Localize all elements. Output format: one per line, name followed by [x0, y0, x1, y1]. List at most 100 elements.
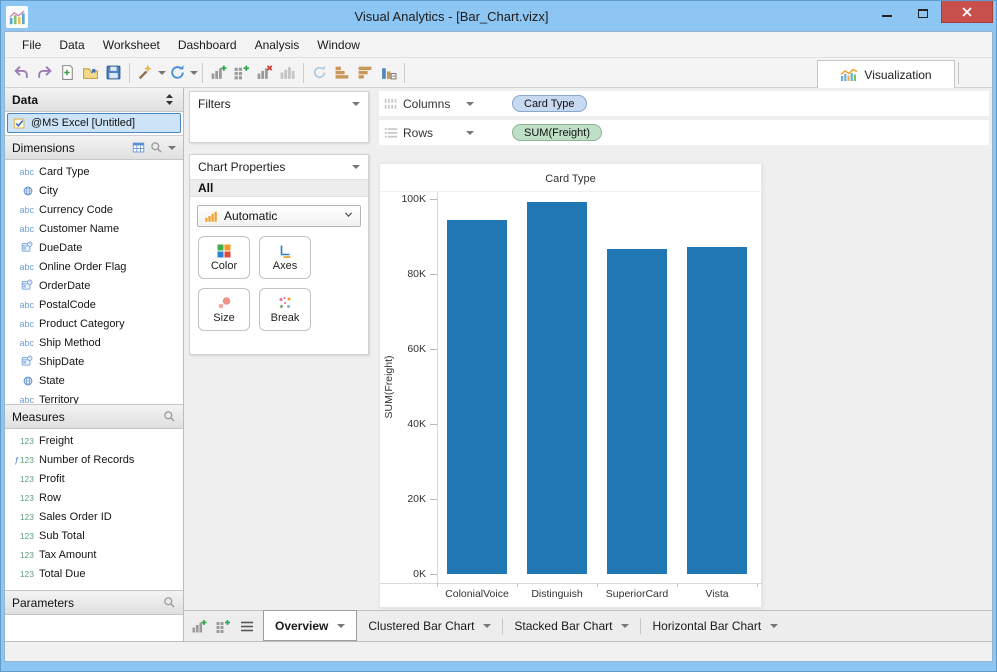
- measure-item-row[interactable]: 123Row: [5, 488, 183, 507]
- chart-canvas[interactable]: Card Type SUM(Freight) 0K20K40K60K80K100…: [379, 163, 762, 608]
- dimension-item-state[interactable]: State: [5, 371, 183, 390]
- field-label: Territory: [39, 394, 79, 406]
- redo-button[interactable]: [33, 61, 56, 85]
- chart-properties-header[interactable]: Chart Properties: [190, 155, 368, 179]
- dimension-item-product-category[interactable]: abcProduct Category: [5, 314, 183, 333]
- measure-item-sub-total[interactable]: 123Sub Total: [5, 526, 183, 545]
- refresh-button[interactable]: [166, 61, 189, 85]
- chevron-down-icon[interactable]: [337, 624, 345, 628]
- sort-bars-asc-button[interactable]: [331, 61, 354, 85]
- chevron-down-icon[interactable]: [770, 624, 778, 628]
- measure-item-freight[interactable]: 123Freight: [5, 431, 183, 450]
- number-field-icon: 123: [20, 550, 34, 560]
- add-crosstab-button[interactable]: [230, 61, 253, 85]
- menu-worksheet[interactable]: Worksheet: [94, 32, 169, 57]
- chevron-down-icon[interactable]: [466, 131, 474, 135]
- add-chart-button[interactable]: [207, 61, 230, 85]
- chart-muted-button[interactable]: [276, 61, 299, 85]
- bar-vista[interactable]: [687, 247, 747, 574]
- save-button[interactable]: [102, 61, 125, 85]
- chevron-down-icon[interactable]: [483, 624, 491, 628]
- filters-panel-header[interactable]: Filters: [190, 92, 368, 116]
- chart-style-dropdown[interactable]: Automatic: [197, 205, 361, 227]
- dimension-item-duedate[interactable]: DueDate: [5, 238, 183, 257]
- tab-clustered-bar-chart[interactable]: Clustered Bar Chart: [357, 611, 502, 641]
- minimize-button[interactable]: [869, 1, 905, 25]
- menu-data[interactable]: Data: [50, 32, 93, 57]
- chevron-down-icon[interactable]: [168, 146, 176, 150]
- menu-file[interactable]: File: [13, 32, 50, 57]
- measure-item-sales-order-id[interactable]: 123Sales Order ID: [5, 507, 183, 526]
- add-chart-button[interactable]: [188, 614, 209, 638]
- table-icon[interactable]: [132, 141, 145, 154]
- dimension-item-customer-name[interactable]: abcCustomer Name: [5, 219, 183, 238]
- dimension-item-card-type[interactable]: abcCard Type: [5, 162, 183, 181]
- measures-title: Measures: [12, 410, 65, 424]
- color-button[interactable]: Color: [198, 236, 250, 279]
- undo-button[interactable]: [10, 61, 33, 85]
- button-label: Color: [211, 260, 237, 272]
- maximize-button[interactable]: [905, 1, 941, 25]
- design-wizard-dropdown[interactable]: [157, 61, 166, 85]
- chevron-down-icon[interactable]: [466, 102, 474, 106]
- bar-superiorcard[interactable]: [607, 249, 667, 574]
- measure-item-total-due[interactable]: 123Total Due: [5, 564, 183, 583]
- new-sheet-button[interactable]: [56, 61, 79, 85]
- sort-bars-desc-button[interactable]: [354, 61, 377, 85]
- menu-analysis[interactable]: Analysis: [246, 32, 309, 57]
- chart-summary-button[interactable]: [377, 61, 400, 85]
- chevron-down-icon[interactable]: [621, 624, 629, 628]
- menu-window[interactable]: Window: [308, 32, 369, 57]
- dimension-item-territory[interactable]: abcTerritory: [5, 390, 183, 405]
- data-sidebar: Data @MS Excel [Untitled] Dimensions: [5, 88, 184, 641]
- menu-dashboard[interactable]: Dashboard: [169, 32, 246, 57]
- visualization-tab[interactable]: Visualization: [817, 60, 955, 88]
- columns-pill-card-type[interactable]: Card Type: [512, 95, 587, 112]
- undo-icon: [13, 64, 30, 81]
- columns-shelf[interactable]: Columns Card Type: [379, 91, 989, 116]
- chevron-down-icon[interactable]: [352, 102, 360, 106]
- add-crosstab-button[interactable]: [212, 614, 233, 638]
- dimension-item-shipdate[interactable]: ShipDate: [5, 352, 183, 371]
- refresh-dropdown[interactable]: [189, 61, 198, 85]
- sort-updown-icon[interactable]: [163, 93, 176, 106]
- y-tick-mark: [430, 349, 437, 350]
- bar-colonialvoice[interactable]: [447, 220, 507, 574]
- app-window: Visual Analytics - [Bar_Chart.vizx] File…: [0, 0, 997, 672]
- close-button[interactable]: [941, 1, 993, 23]
- search-icon[interactable]: [163, 596, 176, 609]
- dimension-item-city[interactable]: City: [5, 181, 183, 200]
- axes-button[interactable]: Axes: [259, 236, 311, 279]
- open-button[interactable]: [79, 61, 102, 85]
- measure-item-tax-amount[interactable]: 123Tax Amount: [5, 545, 183, 564]
- measure-item-profit[interactable]: 123Profit: [5, 469, 183, 488]
- dimension-item-currency-code[interactable]: abcCurrency Code: [5, 200, 183, 219]
- break-button[interactable]: Break: [259, 288, 311, 331]
- tab-overview[interactable]: Overview: [263, 610, 357, 641]
- bar-distinguish[interactable]: [527, 202, 587, 574]
- menu-list-button[interactable]: [236, 614, 257, 638]
- design-wizard-icon: [137, 64, 154, 81]
- measure-item-number-of-records[interactable]: ƒ123Number of Records: [5, 450, 183, 469]
- dimension-item-ship-method[interactable]: abcShip Method: [5, 333, 183, 352]
- size-button[interactable]: Size: [198, 288, 250, 331]
- chevron-down-icon[interactable]: [352, 165, 360, 169]
- date-field-icon: [21, 241, 34, 254]
- search-icon[interactable]: [163, 410, 176, 423]
- rotate-button[interactable]: [308, 61, 331, 85]
- rows-shelf[interactable]: Rows SUM(Freight): [379, 120, 989, 145]
- remove-chart-button[interactable]: [253, 61, 276, 85]
- tab-horizontal-bar-chart[interactable]: Horizontal Bar Chart: [641, 611, 789, 641]
- x-tick-mark: [437, 583, 438, 587]
- search-icon[interactable]: [150, 141, 163, 154]
- y-tick-mark: [430, 274, 437, 275]
- datasource-item-ms-excel[interactable]: @MS Excel [Untitled]: [7, 113, 181, 133]
- dimension-item-orderdate[interactable]: OrderDate: [5, 276, 183, 295]
- dimension-item-online-order-flag[interactable]: abcOnline Order Flag: [5, 257, 183, 276]
- checked-checkbox-icon[interactable]: [13, 117, 26, 130]
- design-wizard-button[interactable]: [134, 61, 157, 85]
- tab-stacked-bar-chart[interactable]: Stacked Bar Chart: [503, 611, 640, 641]
- tab-bar-icons: [184, 611, 263, 641]
- dimension-item-postalcode[interactable]: abcPostalCode: [5, 295, 183, 314]
- rows-pill-sum-freight[interactable]: SUM(Freight): [512, 124, 602, 141]
